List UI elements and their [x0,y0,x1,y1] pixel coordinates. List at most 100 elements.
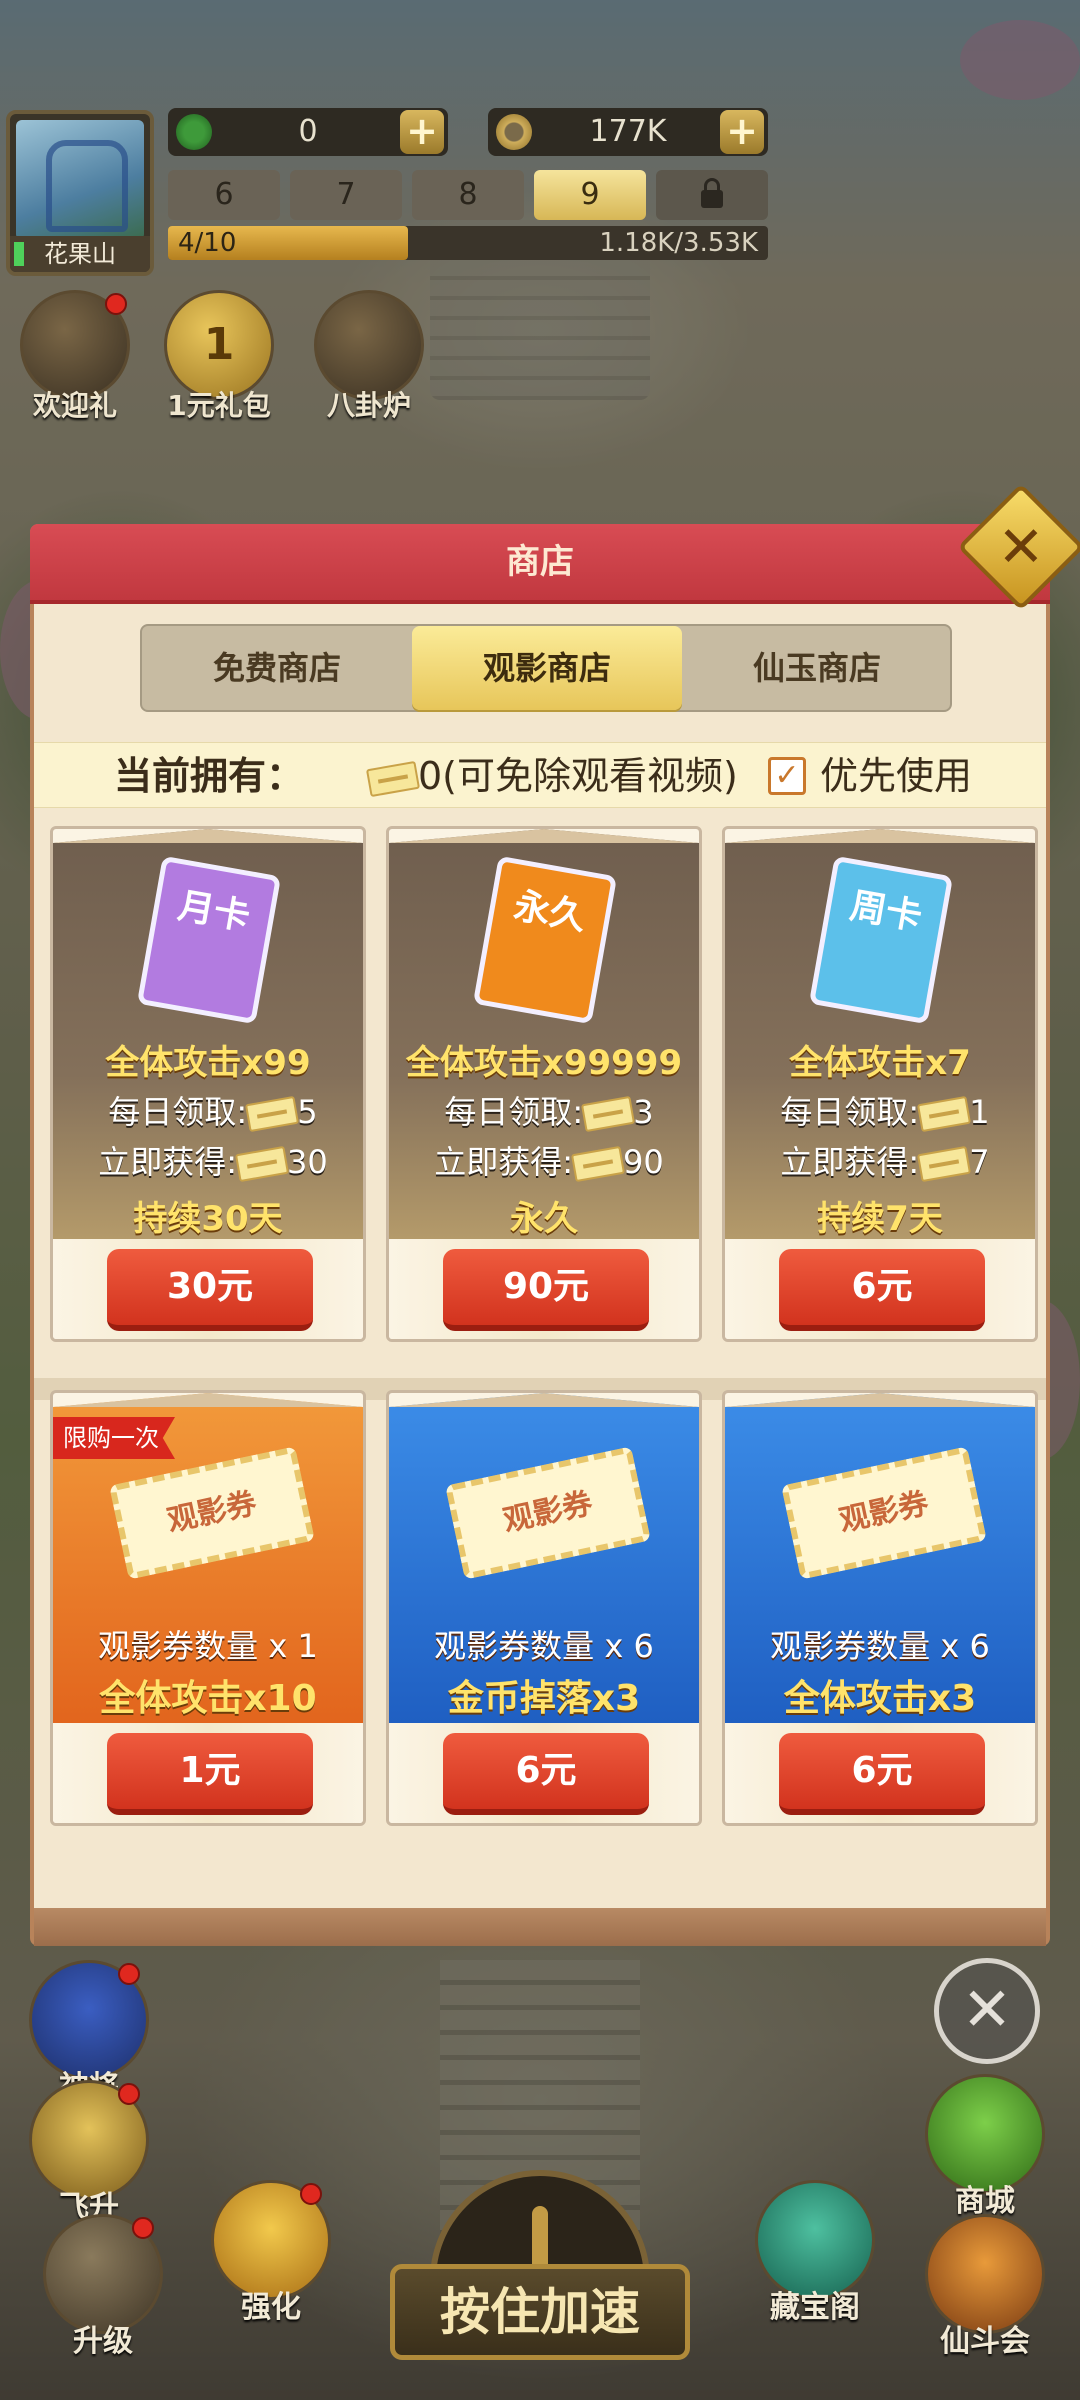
welcome-gift-label: 欢迎礼 [32,389,117,422]
instant-reward: 立即获得: 90 [409,1137,689,1183]
enhance-button[interactable]: 强化 [196,2180,346,2326]
jade-icon [176,114,212,150]
bagua-furnace-label: 八卦炉 [326,389,411,422]
immortal-arena-button[interactable]: 仙斗会 [910,2214,1060,2360]
card-duration: 持续30天 [133,1199,283,1239]
shop-tabs: 免费商店 观影商店 仙玉商店 [140,624,952,712]
jade-currency-bar: 0 + [168,108,448,156]
price-area: 6元 [389,1723,699,1823]
notification-dot [300,2183,322,2205]
notification-dot [132,2217,154,2239]
tab-free-shop[interactable]: 免费商店 [142,626,412,710]
buy-ticket-pack-2-button[interactable]: 6元 [443,1733,649,1815]
ticket-pack-item: 观影券 观影券数量 x 6 金币掉落x3 6元 [386,1390,702,1826]
monthly-card-item: 月卡 全体攻击x99 每日领取: 5 立即获得: 30 持续30天 30元 [50,826,366,1342]
lock-icon [701,178,723,208]
skip-button[interactable]: ✕ [934,1958,1040,2064]
ticket-pack-item: 观影券 观影券数量 x 6 全体攻击x3 6元 [722,1390,1038,1826]
card-headline: 全体攻击x99 [105,1043,311,1083]
buy-permanent-card-button[interactable]: 90元 [443,1249,649,1331]
tab-video-shop[interactable]: 观影商店 [412,626,682,710]
ticket-bonus: 全体攻击x3 [783,1678,977,1719]
ticket-icon [234,1145,290,1183]
player-avatar[interactable]: 花果山 [6,110,154,276]
ascend-button[interactable]: 飞升 [14,2080,164,2226]
instant-label: 立即获得: [98,1143,238,1181]
ticket-quantity: 观影券数量 x 6 [770,1627,990,1665]
notification-dot [105,293,127,315]
card-headline: 全体攻击x99999 [405,1043,683,1083]
priority-use-checkbox[interactable]: ✓ [768,757,806,795]
bagua-furnace-button[interactable]: 八卦炉 [304,290,434,424]
price-area: 30元 [53,1239,363,1339]
welcome-gift-button[interactable]: 欢迎礼 [10,290,140,424]
avatar-name: 花果山 [10,236,150,272]
coin-glyph: 1 [203,319,235,370]
ticket-quantity: 观影券数量 x 6 [434,1627,654,1665]
instant-value: 90 [623,1143,664,1181]
ticket-icon [917,1145,972,1183]
treasure-pavilion-label: 藏宝阁 [770,2290,860,2325]
coin-amount: 177K [589,114,667,149]
modal-bottom-strip [34,1908,1046,1946]
stage-progress-label: 4/10 [178,228,237,258]
hold-to-speed-up-button[interactable]: 按住加速 [390,2264,690,2360]
price-area: 1元 [53,1723,363,1823]
ticket-bonus: 金币掉落x3 [447,1678,641,1719]
daily-value: 5 [297,1093,318,1131]
card-icon-text: 周卡 [846,884,926,939]
ticket-icon [245,1095,300,1133]
ticket-icon [570,1145,626,1183]
buy-monthly-card-button[interactable]: 30元 [107,1249,313,1331]
instant-value: 7 [969,1143,990,1181]
avatar-image [16,120,144,240]
level-tab-7[interactable]: 7 [290,170,402,220]
treasure-pavilion-button[interactable]: 藏宝阁 [740,2180,890,2326]
permanent-card-item: 永久 全体攻击x99999 每日领取: 3 立即获得: 90 永久 90元 [386,826,702,1342]
priority-use-label: 优先使用 [820,754,973,798]
add-jade-button[interactable]: + [400,110,444,154]
price-area: 6元 [725,1723,1035,1823]
daily-reward: 每日领取: 5 [73,1087,353,1133]
owned-label: 当前拥有： [114,754,305,798]
card-icon-text: 月卡 [174,884,254,939]
shop-title: 商店 [506,542,574,582]
owned-count: 0(可免除观看视频) [365,743,738,809]
instant-value: 30 [287,1143,328,1181]
close-icon: ✕ [997,515,1045,580]
tab-jade-shop[interactable]: 仙玉商店 [682,626,952,710]
buy-ticket-pack-1-button[interactable]: 1元 [107,1733,313,1815]
buy-ticket-pack-3-button[interactable]: 6元 [779,1733,985,1815]
mall-button[interactable]: 商城 [910,2074,1060,2220]
limit-once-badge: 限购一次 [53,1417,175,1459]
jade-amount: 0 [298,114,318,149]
owned-tickets-bar: 当前拥有： 0(可免除观看视频) ✓ 优先使用 [34,742,1046,808]
price-area: 6元 [725,1239,1035,1339]
daily-reward: 每日领取: 1 [745,1087,1025,1133]
ticket-pack-item: 限购一次 观影券 观影券数量 x 1 全体攻击x10 1元 [50,1390,366,1826]
coin-currency-bar: 177K + [488,108,768,156]
level-tab-9[interactable]: 9 [534,170,646,220]
enhance-label: 强化 [241,2290,301,2325]
level-tab-8[interactable]: 8 [412,170,524,220]
upgrade-button[interactable]: 升级 [28,2214,178,2360]
notification-dot [118,2083,140,2105]
instant-reward: 立即获得: 30 [73,1137,353,1183]
card-duration: 持续7天 [817,1199,943,1239]
card-duration: 永久 [510,1199,578,1239]
one-yuan-pack-button[interactable]: 1 1元礼包 [154,290,284,424]
permanent-card-icon: 永久 [472,855,618,1025]
weekly-card-item: 周卡 全体攻击x7 每日领取: 1 立即获得: 7 持续7天 6元 [722,826,1038,1342]
immortal-arena-label: 仙斗会 [940,2324,1030,2359]
level-tab-locked[interactable] [656,170,768,220]
daily-label: 每日领取: [108,1093,248,1131]
level-tab-6[interactable]: 6 [168,170,280,220]
daily-label: 每日领取: [444,1093,584,1131]
ticket-icon [581,1095,636,1133]
add-coins-button[interactable]: + [720,110,764,154]
daily-value: 1 [969,1093,990,1131]
week-card-icon: 周卡 [808,855,954,1025]
card-headline: 全体攻击x7 [789,1043,971,1083]
buy-weekly-card-button[interactable]: 6元 [779,1249,985,1331]
ticket-bonus: 全体攻击x10 [99,1678,317,1719]
